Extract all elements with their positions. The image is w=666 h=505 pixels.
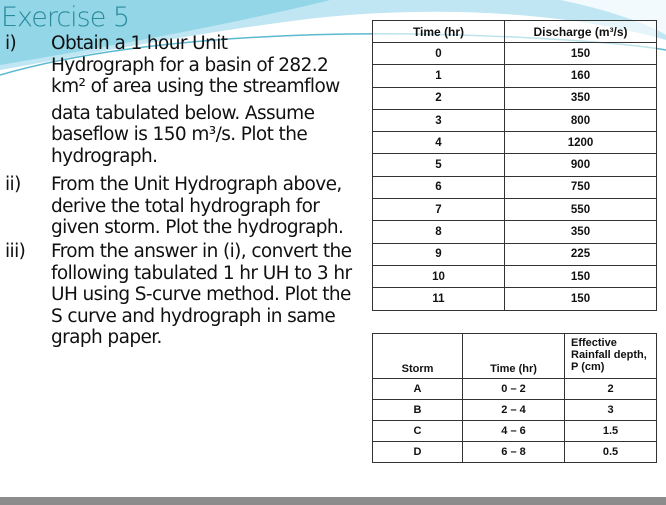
column-header-time: Time (hr): [462, 333, 565, 379]
column-header-storm: Storm: [372, 333, 463, 379]
question-number: ii): [5, 174, 21, 195]
storm-table: Storm Time (hr) Effective Rainfall depth…: [372, 333, 657, 463]
table-cell: 160: [504, 64, 657, 88]
table-cell: 6: [372, 175, 505, 200]
table-cell: 2 – 4: [462, 399, 565, 421]
question-3: iii) From the answer in (i), convert the…: [5, 241, 370, 349]
slide-footer-bar: [0, 497, 666, 505]
table-cell: 2: [372, 86, 505, 110]
table-row: 6 750: [372, 175, 657, 200]
table-cell: 5: [372, 153, 505, 177]
table-row: C4 – 6 1.5: [372, 420, 657, 442]
table-cell: 4: [372, 131, 505, 155]
table-cell: 9: [372, 242, 505, 266]
table-row: 0 150: [372, 41, 657, 66]
question-line: UH using S-curve method. Plot the: [51, 284, 351, 305]
table-row: 1 160: [372, 64, 657, 88]
table-cell: 3: [564, 399, 657, 421]
table-cell: 7: [372, 198, 505, 222]
question-line: Hydrograph for a basin of 282.2: [51, 54, 329, 76]
question-number: iii): [5, 241, 26, 262]
table-cell: A: [372, 378, 463, 400]
table-row: B2 – 43: [372, 399, 657, 421]
table-cell: 0.5: [564, 441, 657, 463]
column-header-time: Time (hr): [372, 20, 505, 43]
column-header-rainfall: Effective Rainfall depth, P (cm): [564, 333, 657, 379]
column-header-discharge: Discharge (m³/s): [504, 20, 657, 43]
table-cell: 750: [504, 175, 657, 200]
slide-title: Exercise 5: [1, 2, 130, 33]
table-cell: 900: [504, 153, 657, 177]
table-cell: C: [372, 420, 463, 442]
question-line: From the answer in (i), convert the: [51, 241, 352, 262]
table-cell: 1: [372, 64, 505, 88]
table-cell: 11: [372, 287, 505, 311]
table-cell: 4 – 6: [462, 420, 565, 442]
table-cell: D: [372, 441, 463, 463]
table-cell: 150: [504, 41, 657, 66]
table-cell: 1.5: [564, 420, 657, 442]
question-line: hydrograph.: [51, 145, 158, 167]
table-cell: 3: [372, 108, 505, 133]
question-line: derive the total hydrograph for: [51, 195, 320, 217]
table-cell: 6 – 8: [462, 441, 565, 463]
question-line: following tabulated 1 hr UH to 3 hr: [51, 262, 352, 284]
table-row: 10 150: [372, 264, 657, 289]
table-cell: 10: [372, 264, 505, 289]
question-line: Obtain a 1 hour Unit: [51, 33, 228, 54]
table-cell: 0 – 2: [462, 378, 565, 400]
question-line: baseflow is 150 m³/s. Plot the: [51, 124, 308, 145]
question-1: i) Obtain a 1 hour Unit Hydrograph for a…: [5, 33, 370, 167]
table-cell: B: [372, 399, 463, 421]
streamflow-table: Time (hr) Discharge (m³/s) 0 150 1 160 2 350 3…: [372, 20, 657, 311]
question-line: S curve and hydrograph in same: [51, 305, 336, 327]
table-cell: 350: [504, 86, 657, 110]
table-row: 4 1200: [372, 131, 657, 155]
table-row: 7 550: [372, 198, 657, 222]
table-row: 9 225: [372, 242, 657, 266]
table-row: D6 – 8 0.5: [372, 441, 657, 463]
question-line: graph paper.: [51, 327, 162, 348]
table-cell: 350: [504, 220, 657, 244]
table-cell: 150: [504, 287, 657, 311]
table-row: A0 – 22: [372, 378, 657, 400]
table-cell: 150: [504, 264, 657, 289]
table-cell: 1200: [504, 131, 657, 155]
table-cell: 0: [372, 41, 505, 66]
table-cell: 8: [372, 220, 505, 244]
question-line: given storm. Plot the hydrograph.: [51, 217, 344, 238]
table-row: 11 150: [372, 287, 657, 311]
table-cell: 550: [504, 198, 657, 222]
question-number: i): [5, 33, 17, 54]
question-line: From the Unit Hydrograph above,: [51, 174, 342, 195]
question-line: data tabulated below. Assume: [51, 102, 315, 124]
table-row: 5 900: [372, 153, 657, 177]
table-row: 3 800: [372, 108, 657, 133]
question-2: ii) From the Unit Hydrograph above, deri…: [5, 174, 370, 239]
table-row: 8 350: [372, 220, 657, 244]
table-cell: 800: [504, 108, 657, 133]
question-line: km² of area using the streamflow: [51, 76, 340, 97]
table-cell: 225: [504, 242, 657, 266]
table-row: 2 350: [372, 86, 657, 110]
table-cell: 2: [564, 378, 657, 400]
